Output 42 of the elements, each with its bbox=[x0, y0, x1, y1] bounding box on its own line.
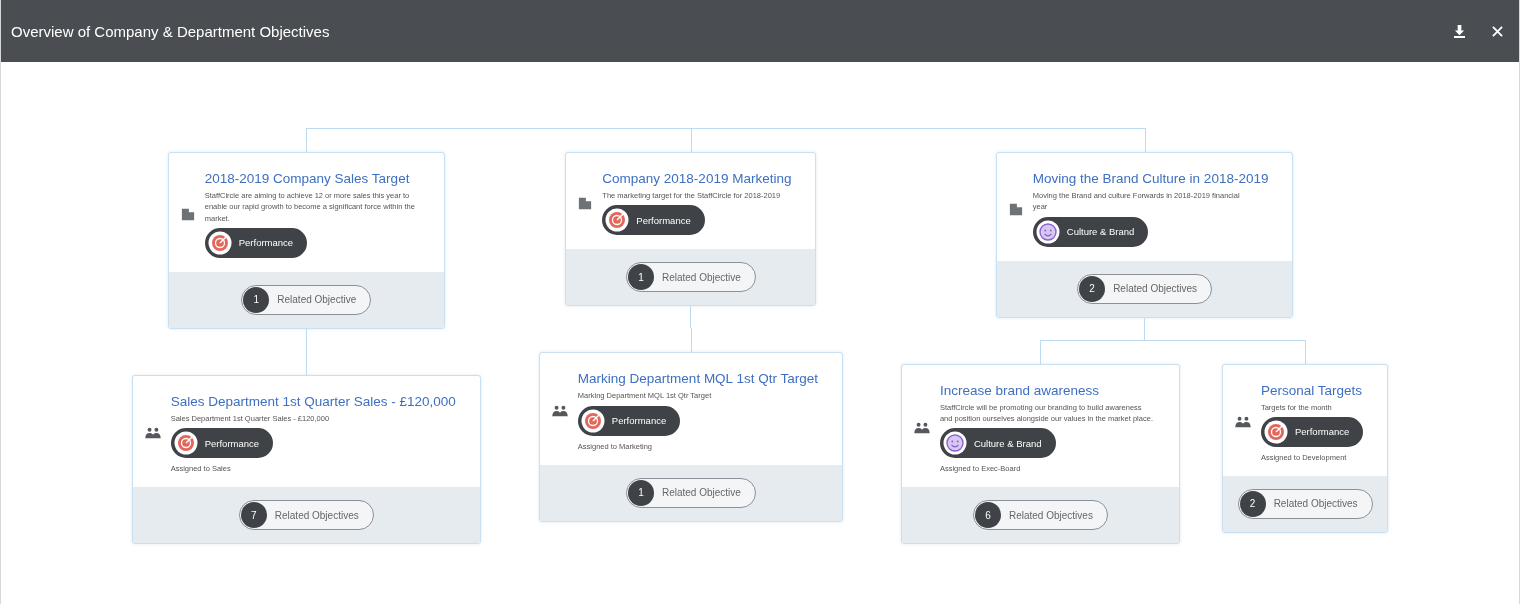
objective-title[interactable]: Sales Department 1st Quarter Sales - £120,000 bbox=[170, 393, 456, 409]
category-label: Performance bbox=[611, 415, 667, 426]
category-label: Performance bbox=[238, 237, 294, 249]
people-icon bbox=[144, 427, 161, 440]
target-icon bbox=[207, 230, 232, 255]
category-label: Culture & Brand bbox=[1066, 226, 1135, 237]
objective-title[interactable]: Company 2018-2019 Marketing bbox=[602, 171, 792, 186]
count-label: 2 bbox=[1079, 275, 1106, 302]
category-label: Performance bbox=[1294, 426, 1350, 438]
window-title: Overview of Company & Department Objectives bbox=[11, 22, 330, 40]
related-objectives-button[interactable]: 7 Related Objectives bbox=[238, 500, 374, 530]
count-label: 1 bbox=[243, 286, 270, 313]
target-icon bbox=[1263, 419, 1288, 444]
count-label: 6 bbox=[974, 502, 1001, 528]
related-objectives-button[interactable]: 2 Related Objectives bbox=[1077, 273, 1213, 304]
related-objectives-button[interactable]: 6 Related Objectives bbox=[972, 500, 1108, 530]
objective-title[interactable]: 2018-2019 Company Sales Target bbox=[204, 171, 410, 186]
objective-title[interactable]: Personal Targets bbox=[1260, 382, 1362, 398]
target-icon bbox=[605, 208, 630, 233]
category-label: Performance bbox=[204, 437, 260, 449]
smiley-icon bbox=[1035, 219, 1060, 244]
target-icon bbox=[580, 408, 605, 433]
related-objectives-button[interactable]: 1 Related Objective bbox=[241, 284, 372, 315]
people-icon bbox=[913, 421, 930, 434]
count-label: 2 bbox=[1239, 490, 1266, 517]
category-label: Performance bbox=[636, 214, 691, 226]
people-icon bbox=[1234, 416, 1251, 429]
related-objectives-button[interactable]: 1 Related Objective bbox=[625, 262, 756, 293]
objective-title[interactable]: Increase brand awareness bbox=[939, 382, 1099, 398]
close-icon[interactable] bbox=[1492, 25, 1503, 37]
people-icon bbox=[551, 404, 568, 417]
objective-title[interactable]: Moving the Brand Culture in 2018-2019 bbox=[1032, 171, 1269, 186]
related-objectives-button[interactable]: 2 Related Objectives bbox=[1237, 488, 1373, 519]
objective-title[interactable]: Marking Department MQL 1st Qtr Target bbox=[577, 371, 818, 387]
related-objectives-button[interactable]: 1 Related Objective bbox=[625, 477, 756, 508]
download-icon[interactable] bbox=[1454, 24, 1465, 38]
count-label: 1 bbox=[627, 479, 654, 506]
category-label: Culture & Brand bbox=[973, 437, 1042, 449]
target-icon bbox=[173, 431, 198, 455]
count-label: 1 bbox=[627, 264, 654, 291]
count-label: 7 bbox=[240, 502, 267, 528]
smiley-icon bbox=[942, 431, 967, 455]
